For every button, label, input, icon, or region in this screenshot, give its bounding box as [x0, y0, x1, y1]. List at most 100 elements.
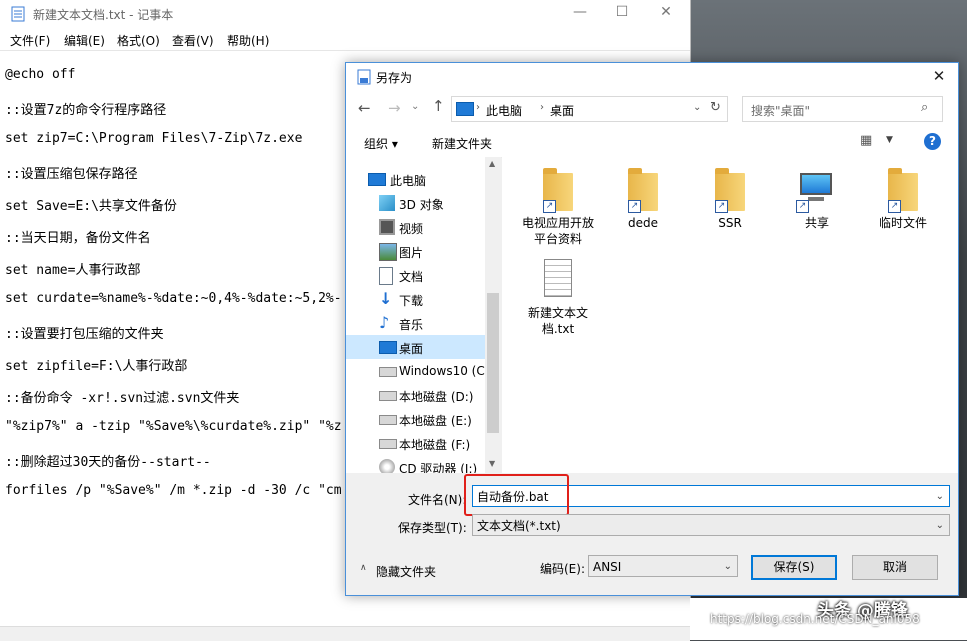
file-item[interactable]: ↗ 临时文件	[867, 167, 939, 231]
cancel-button[interactable]: 取消	[852, 555, 938, 580]
menu-format[interactable]: 格式(O)	[117, 32, 160, 49]
notepad-app-icon	[11, 6, 25, 22]
navigation-scrollbar[interactable]: ▲ ▼	[485, 157, 501, 473]
navigation-pane: 此电脑 3D 对象 视频 图片 文档 ↓ 下载 ♪ 音乐 桌面 Windows1…	[346, 157, 501, 473]
nav-drive-d[interactable]: 本地磁盘 (D:)	[346, 383, 485, 407]
shortcut-arrow-icon: ↗	[796, 200, 809, 213]
search-placeholder: 搜索"桌面"	[751, 104, 811, 118]
address-bar-row: ← → ⌄ ↑ › 此电脑 › 桌面 ⌄ ↻ 搜索"桌面" ⌕	[346, 91, 958, 127]
nav-drive-c[interactable]: Windows10 (C:	[346, 359, 489, 383]
nav-music[interactable]: ♪ 音乐	[346, 311, 485, 335]
file-label: 新建文本文档.txt	[527, 306, 588, 336]
computer-icon	[368, 173, 386, 186]
encoding-label: 编码(E):	[540, 562, 585, 576]
nav-label: 此电脑	[390, 174, 427, 188]
nav-desktop[interactable]: 桌面	[346, 335, 485, 359]
search-box[interactable]: 搜索"桌面" ⌕	[742, 96, 943, 122]
nav-drive-e[interactable]: 本地磁盘 (E:)	[346, 407, 485, 431]
music-icon: ♪	[379, 313, 390, 332]
filetype-select[interactable]: 文本文档(*.txt) ⌄	[472, 514, 950, 536]
close-button[interactable]: ✕	[651, 4, 681, 24]
menu-edit[interactable]: 编辑(E)	[64, 32, 105, 49]
view-options-icon[interactable]: ▦	[860, 133, 872, 148]
desktop-icon	[379, 341, 397, 354]
chevron-up-icon[interactable]: ∧	[360, 563, 367, 573]
text-line: set Save=E:\共享文件备份	[5, 199, 177, 214]
computer-icon	[800, 173, 832, 195]
nav-3d-objects[interactable]: 3D 对象	[346, 191, 485, 215]
save-button[interactable]: 保存(S)	[751, 555, 837, 580]
menu-help[interactable]: 帮助(H)	[227, 32, 269, 49]
dialog-title: 另存为	[376, 71, 413, 85]
nav-drive-f[interactable]: 本地磁盘 (F:)	[346, 431, 485, 455]
nav-label: 文档	[399, 270, 424, 284]
refresh-icon[interactable]: ↻	[710, 100, 721, 115]
menu-view[interactable]: 查看(V)	[172, 32, 214, 49]
nav-label: 本地磁盘 (F:)	[399, 438, 471, 452]
download-icon: ↓	[379, 289, 393, 308]
breadcrumb-this-pc[interactable]: 此电脑	[486, 102, 522, 119]
notepad-title: 新建文本文档.txt - 记事本	[33, 8, 174, 22]
recent-chevron-icon[interactable]: ⌄	[411, 101, 419, 112]
search-icon[interactable]: ⌕	[921, 100, 928, 115]
filename-dropdown-icon[interactable]: ⌄	[936, 486, 944, 508]
nav-cd-drive[interactable]: CD 驱动器 (I:)	[346, 455, 485, 473]
help-icon[interactable]: ?	[924, 133, 941, 150]
encoding-select[interactable]: ANSI ⌄	[588, 555, 738, 577]
address-bar[interactable]: › 此电脑 › 桌面 ⌄ ↻	[451, 96, 728, 122]
encoding-dropdown-icon[interactable]: ⌄	[724, 556, 732, 578]
nav-label: 桌面	[399, 342, 424, 356]
shortcut-arrow-icon: ↗	[715, 200, 728, 213]
nav-documents[interactable]: 文档	[346, 263, 485, 287]
text-line: ::当天日期，备份文件名	[5, 231, 151, 246]
nav-video[interactable]: 视频	[346, 215, 485, 239]
forward-arrow-icon[interactable]: →	[388, 99, 401, 117]
file-item[interactable]: ↗ dede	[607, 167, 679, 231]
maximize-button[interactable]: ☐	[607, 4, 637, 24]
text-line: set zipfile=F:\人事行政部	[5, 359, 188, 374]
file-item[interactable]: ↗ SSR	[694, 167, 766, 231]
drive-icon	[379, 415, 397, 425]
notepad-horizontal-scrollbar[interactable]	[0, 626, 690, 641]
nav-this-pc[interactable]: 此电脑	[346, 167, 485, 191]
up-arrow-icon[interactable]: ↑	[432, 97, 445, 115]
nav-label: 视频	[399, 222, 424, 236]
file-label: dede	[628, 216, 658, 230]
encoding-value: ANSI	[593, 560, 622, 574]
file-item[interactable]: 新建文本文档.txt	[522, 257, 594, 337]
nav-label: 3D 对象	[399, 198, 444, 212]
hide-folders-toggle[interactable]: 隐藏文件夹	[376, 563, 436, 580]
drive-icon	[379, 439, 397, 449]
file-item[interactable]: ↗ 电视应用开放平台资料	[522, 167, 594, 247]
shortcut-arrow-icon: ↗	[888, 200, 901, 213]
pictures-icon	[379, 243, 397, 261]
scroll-down-icon[interactable]: ▼	[489, 459, 495, 468]
nav-label: 音乐	[399, 318, 424, 332]
nav-downloads[interactable]: ↓ 下载	[346, 287, 485, 311]
dialog-toolbar: 组织 ▾ 新建文件夹 ▦ ▼ ?	[346, 127, 958, 158]
nav-pictures[interactable]: 图片	[346, 239, 485, 263]
filetype-dropdown-icon[interactable]: ⌄	[936, 515, 944, 537]
organize-button[interactable]: 组织 ▾	[364, 135, 398, 152]
new-folder-button[interactable]: 新建文件夹	[432, 135, 492, 152]
highlight-box	[464, 474, 569, 516]
minimize-button[interactable]: —	[565, 4, 595, 24]
dialog-titlebar: 另存为 ✕	[346, 63, 958, 91]
file-item[interactable]: ↗ 共享	[781, 167, 853, 231]
cd-drive-icon	[379, 459, 395, 473]
documents-icon	[379, 267, 393, 285]
text-line: ::设置7z的命令行程序路径	[5, 103, 167, 118]
breadcrumb-desktop[interactable]: 桌面	[550, 102, 574, 119]
address-dropdown-icon[interactable]: ⌄	[693, 102, 701, 113]
file-label: 电视应用开放平台资料	[522, 216, 595, 246]
this-pc-icon	[456, 102, 474, 116]
back-arrow-icon[interactable]: ←	[358, 99, 371, 117]
scroll-up-icon[interactable]: ▲	[489, 159, 495, 168]
text-line: set curdate=%name%-%date:~0,4%-%date:~5,…	[5, 291, 342, 306]
scrollbar-thumb[interactable]	[487, 293, 499, 433]
text-line: "%zip7%" a -tzip "%Save%\%curdate%.zip" …	[5, 419, 342, 434]
view-dropdown-icon[interactable]: ▼	[886, 135, 893, 145]
save-as-dialog: 另存为 ✕ ← → ⌄ ↑ › 此电脑 › 桌面 ⌄ ↻ 搜索"桌面" ⌕ 组织…	[345, 62, 959, 596]
menu-file[interactable]: 文件(F)	[10, 32, 50, 49]
dialog-close-button[interactable]: ✕	[928, 67, 950, 87]
